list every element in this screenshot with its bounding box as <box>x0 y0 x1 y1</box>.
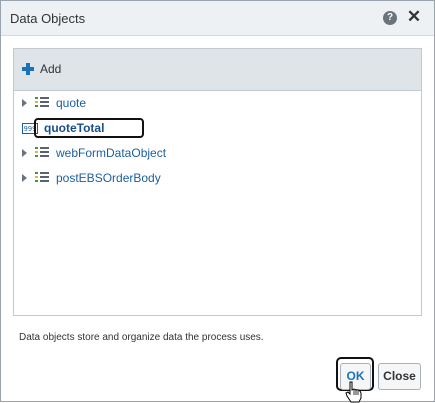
close-button[interactable]: Close <box>378 363 421 390</box>
expand-arrow-icon[interactable] <box>22 174 27 182</box>
add-button[interactable]: Add <box>22 61 61 77</box>
tree-item-label: webFormDataObject <box>56 146 167 160</box>
add-button-label: Add <box>40 62 62 76</box>
data-objects-panel: Add quote 999 quoteTotal webFormDataObje… <box>13 48 422 316</box>
dialog-titlebar: Data Objects ? ✕ <box>1 1 434 36</box>
data-object-icon <box>35 96 49 110</box>
close-icon[interactable]: ✕ <box>406 8 422 26</box>
selection-highlight <box>34 118 144 138</box>
data-objects-dialog: Data Objects ? ✕ Add quote 999 quoteTota… <box>0 0 435 403</box>
tree-item-webformdataobject[interactable]: webFormDataObject <box>22 144 166 162</box>
footer-description: Data objects store and organize data the… <box>19 332 264 343</box>
hand-pointer-icon <box>345 381 362 403</box>
panel-toolbar: Add <box>14 49 421 91</box>
help-icon[interactable]: ? <box>383 11 397 25</box>
data-object-icon <box>35 171 49 185</box>
tree-item-label: quote <box>56 96 87 110</box>
plus-icon <box>22 63 34 75</box>
expand-arrow-icon[interactable] <box>22 99 27 107</box>
tree-item-quote[interactable]: quote <box>22 94 86 112</box>
dialog-title: Data Objects <box>10 11 86 26</box>
expand-arrow-icon[interactable] <box>22 149 27 157</box>
tree-item-postebsorderbody[interactable]: postEBSOrderBody <box>22 169 161 187</box>
data-object-icon <box>35 146 49 160</box>
tree-item-label: postEBSOrderBody <box>56 171 161 185</box>
